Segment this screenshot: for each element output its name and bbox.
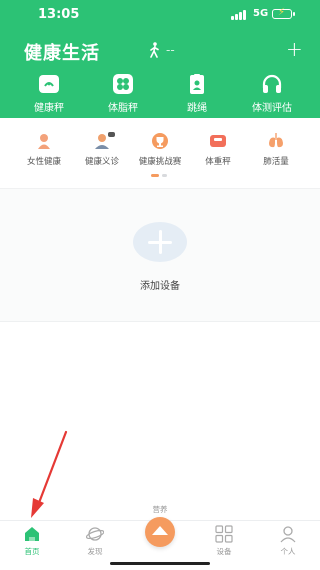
female-health-icon: [35, 132, 53, 150]
add-button[interactable]: +: [286, 37, 303, 61]
lungs-icon: [267, 132, 285, 150]
device-item-scale[interactable]: 健康秤: [17, 74, 81, 114]
headphones-icon: [260, 74, 284, 94]
page-title: 健康生活: [24, 43, 100, 64]
tab-nutrition[interactable]: 营养: [140, 504, 180, 560]
device-item-body-fat[interactable]: 体脂秤: [91, 74, 155, 114]
tab-label: 个人: [280, 547, 296, 556]
profile-icon: [279, 525, 297, 543]
feature-lung-capacity[interactable]: 肺活量: [241, 132, 311, 167]
signal-icon: [231, 10, 247, 20]
device-label: 体脂秤: [108, 103, 138, 114]
home-icon: [23, 525, 41, 543]
tab-discover[interactable]: 发现: [75, 525, 115, 557]
device-item-assessment[interactable]: 体测评估: [240, 74, 304, 114]
add-device-label: 添加设备: [140, 281, 180, 292]
tab-label: 首页: [24, 547, 40, 556]
battery-icon: ⚡: [272, 7, 295, 19]
status-bar: 13:05 5G ⚡: [0, 0, 320, 28]
step-count: --: [166, 43, 175, 57]
devices-icon: [215, 525, 233, 543]
tab-profile[interactable]: 个人: [268, 525, 308, 557]
walking-icon[interactable]: [148, 42, 162, 58]
scale-icon: [37, 74, 61, 94]
network-type: 5G: [253, 8, 269, 19]
app-header: 13:05 5G ⚡ 健康生活 -- + 健康秤 体脂秤 跳绳 体测评估: [0, 0, 320, 118]
tab-label: 设备: [216, 547, 232, 556]
status-time: 13:05: [38, 7, 80, 22]
feature-label: 肺活量: [263, 157, 289, 167]
doctor-icon: [93, 132, 115, 150]
home-indicator: [110, 562, 210, 565]
add-device-area[interactable]: 添加设备: [0, 188, 320, 322]
tab-home[interactable]: 首页: [12, 525, 52, 557]
device-label: 跳绳: [187, 103, 207, 114]
device-label: 健康秤: [34, 103, 64, 114]
nutrition-icon: [145, 517, 175, 547]
body-fat-scale-icon: [111, 74, 135, 94]
trophy-icon: [151, 132, 169, 150]
device-label: 体测评估: [252, 103, 292, 114]
tab-label: 发现: [87, 547, 103, 556]
add-device-icon[interactable]: [133, 222, 187, 262]
jump-rope-icon: [185, 74, 209, 94]
device-item-jump-rope[interactable]: 跳绳: [165, 74, 229, 114]
planet-icon: [85, 525, 105, 543]
tab-label: 营养: [152, 505, 168, 514]
main-card: 女性健康 健康义诊 健康挑战赛 体重秤 肺活量 添加设备: [0, 118, 320, 568]
tab-devices[interactable]: 设备: [204, 525, 244, 557]
weight-scale-icon: [209, 132, 227, 150]
page-indicator: [151, 174, 169, 177]
